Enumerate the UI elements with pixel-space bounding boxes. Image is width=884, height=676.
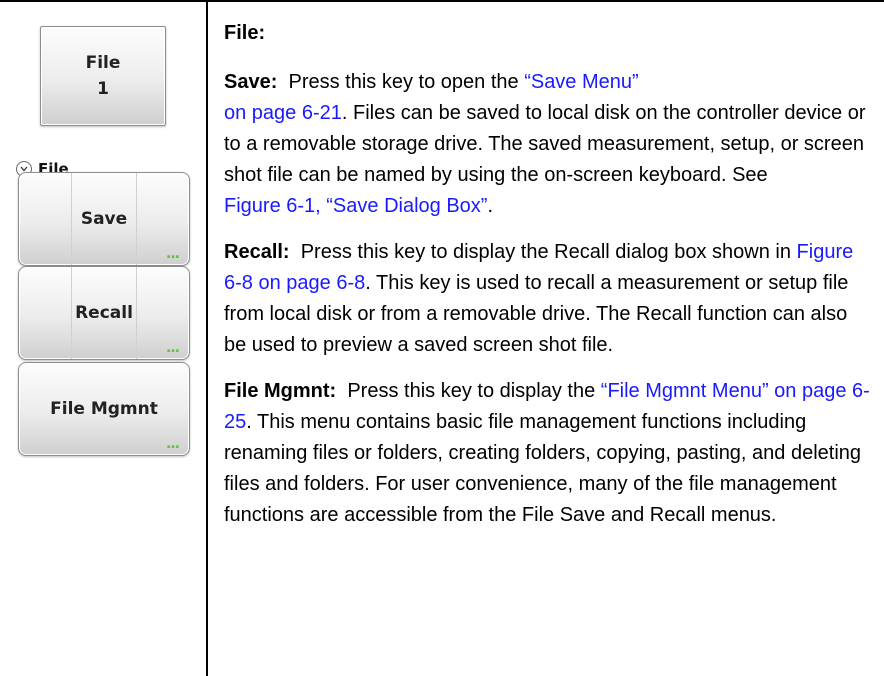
column-divider	[206, 0, 208, 676]
section-heading: File:	[224, 22, 266, 44]
recall-description: Recall: Press this key to display the Re…	[224, 237, 874, 361]
key-separator	[136, 173, 137, 265]
file-key[interactable]: File 1	[40, 26, 166, 126]
save-menu-page-link[interactable]: on page 6-21	[224, 102, 342, 124]
file-mgmnt-text-2: . This menu contains basic file manageme…	[224, 411, 862, 526]
description-column: File: Save: Press this key to open the “…	[224, 18, 874, 546]
recall-button-label: Recall	[75, 303, 133, 323]
more-indicator-icon: ...	[166, 340, 180, 356]
save-description: Save: Press this key to open the “Save M…	[224, 67, 874, 222]
save-text-3: .	[487, 195, 494, 217]
file-mgmnt-text: Press this key to display the	[347, 380, 601, 402]
file-mgmnt-button-label: File Mgmnt	[50, 399, 158, 419]
file-mgmnt-term: File Mgmnt:	[224, 380, 337, 402]
save-button[interactable]: Save ...	[18, 172, 190, 266]
file-key-number: 1	[97, 79, 109, 99]
save-text: Press this key to open the	[288, 71, 525, 93]
save-dialog-figure-link[interactable]: Figure 6-1, “Save Dialog Box”	[224, 195, 487, 217]
save-menu-link[interactable]: “Save Menu”	[524, 71, 639, 93]
key-separator	[136, 267, 137, 359]
file-key-label: File	[85, 53, 121, 73]
key-separator	[71, 173, 72, 265]
top-rule	[0, 0, 884, 2]
recall-button[interactable]: Recall ...	[18, 266, 190, 360]
file-mgmnt-button[interactable]: File Mgmnt ...	[18, 362, 190, 456]
more-indicator-icon: ...	[166, 246, 180, 262]
recall-term: Recall:	[224, 241, 290, 263]
more-indicator-icon: ...	[166, 436, 180, 452]
save-term: Save:	[224, 71, 278, 93]
file-mgmnt-description: File Mgmnt: Press this key to display th…	[224, 376, 874, 531]
save-button-label: Save	[80, 209, 128, 229]
recall-text: Press this key to display the Recall dia…	[300, 241, 797, 263]
key-separator	[71, 267, 72, 359]
